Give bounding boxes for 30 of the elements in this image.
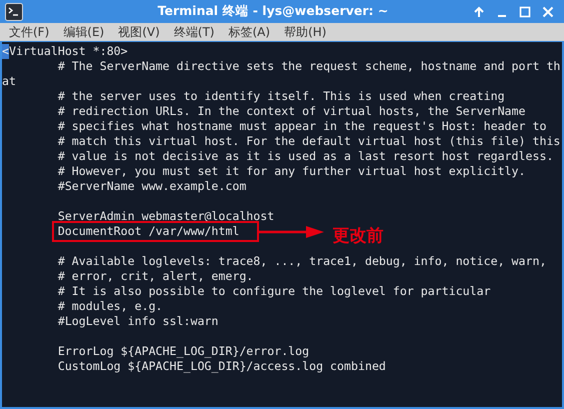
code-line: # modules, e.g.	[56, 299, 163, 314]
code-line: # The ServerName directive sets the request scheme, hostname and port th	[56, 59, 560, 74]
close-icon[interactable]	[542, 6, 554, 18]
code-line: #LogLevel info ssl:warn	[56, 314, 218, 329]
arrow	[258, 226, 324, 238]
code-line: # Available loglevels: trace8, ..., trace1, debug, info, notice, warn,	[56, 254, 546, 269]
window-title: Terminal 终端 - lys@webserver: ~	[156, 3, 390, 20]
code-line: # redirection URLs. In the context of virtual hosts, the ServerName	[56, 104, 526, 119]
annotation-label: 更改前	[332, 226, 384, 246]
code-line: ServerAdmin webmaster@localhost	[56, 209, 274, 224]
menu-item[interactable]: 编辑(E)	[60, 24, 112, 40]
code-line: # match this virtual host. For the default virtual host (this file) this	[56, 134, 560, 149]
code-line: # It is also possible to configure the loglevel for particular	[56, 284, 491, 299]
code-line: at	[2, 74, 16, 89]
code-line: # However, you must set it for any further virtual host explicitly.	[56, 164, 526, 179]
maximize-icon[interactable]	[519, 6, 531, 18]
code-line: #ServerName www.example.com	[56, 179, 246, 194]
code-line: # the server uses to identify itself. This is used when creating	[56, 89, 505, 104]
menu-item[interactable]: 视图(V)	[115, 24, 168, 40]
code-line: # specifies what hostname must appear in the request's Host: header to	[56, 119, 546, 134]
terminal-icon	[5, 2, 23, 20]
menu-item[interactable]: 帮助(H)	[281, 24, 334, 40]
code-line: ErrorLog ${APACHE_LOG_DIR}/error.log	[56, 344, 310, 359]
menu-item[interactable]: 标签(A)	[226, 24, 278, 40]
menu-item[interactable]: 文件(F)	[6, 24, 58, 40]
code-line: # value is not decisive as it is used as a last resort host regardless.	[56, 149, 554, 164]
keep-above-icon[interactable]	[473, 6, 485, 18]
code-line: CustomLog ${APACHE_LOG_DIR}/access.log combined	[56, 359, 386, 374]
menu-item[interactable]: 终端(T)	[170, 24, 222, 40]
code-line: # error, crit, alert, emerg.	[56, 269, 254, 284]
